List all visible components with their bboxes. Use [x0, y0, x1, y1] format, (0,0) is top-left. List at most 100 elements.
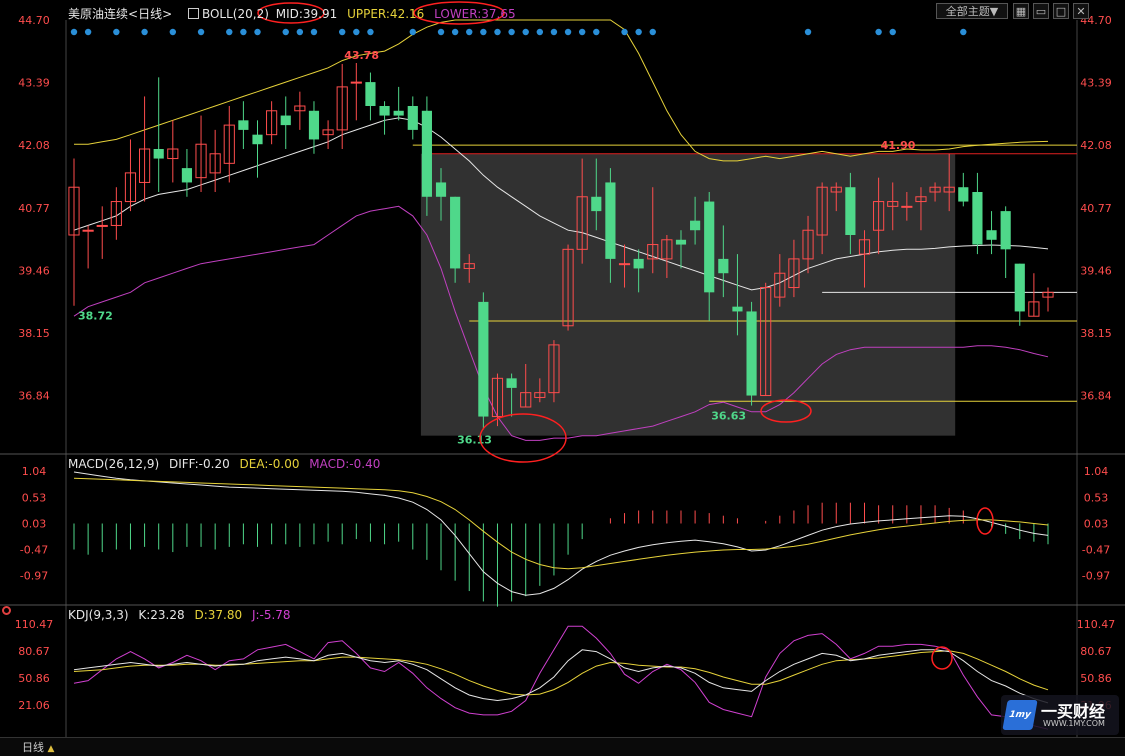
candle-body — [972, 192, 983, 245]
signal-dot — [169, 28, 177, 36]
price-annotation: 41.90 — [881, 139, 916, 152]
price-axis-tick-left: 40.77 — [18, 202, 50, 215]
kdj-panel-header: KDJ(9,3,3) K:23.28 D:37.80 J:-5.78 — [68, 608, 297, 622]
candle-body — [407, 106, 418, 130]
boll-lower-value: LOWER:37.65 — [434, 7, 516, 21]
macd-dea-value: DEA:-0.00 — [239, 457, 300, 471]
signal-dot — [621, 28, 628, 36]
macd-axis-tick-right: 0.53 — [1084, 492, 1109, 505]
price-axis-tick-left: 39.46 — [18, 264, 50, 277]
kdj-axis-tick-right: 50.86 — [1080, 672, 1112, 685]
kdj-axis-tick-left: 50.86 — [18, 672, 50, 685]
price-annotation: 36.13 — [457, 433, 492, 446]
signal-dot — [409, 28, 416, 36]
period-tab-daily[interactable]: 日线 ▲ — [22, 739, 54, 755]
kdj-axis-tick-left: 21.06 — [18, 699, 50, 712]
signal-dot — [578, 28, 586, 36]
candle-body — [421, 110, 432, 197]
signal-dot — [550, 28, 558, 36]
signal-dot — [480, 28, 487, 36]
signal-dot — [451, 28, 459, 36]
signal-dot — [353, 28, 360, 36]
close-icon[interactable]: ✕ — [1073, 3, 1089, 19]
candle-body — [675, 239, 687, 245]
candle-body — [252, 134, 263, 145]
candle-body — [478, 301, 489, 417]
price-axis-tick-left: 38.15 — [18, 327, 50, 340]
brand-logo: 1my — [1002, 700, 1038, 730]
period-tab-bar: 日线 ▲ — [0, 737, 1125, 756]
maximize-icon[interactable]: □ — [1053, 3, 1069, 19]
indicator-icon[interactable] — [187, 8, 199, 19]
candle-body — [718, 258, 729, 274]
price-axis-tick-right: 40.77 — [1080, 202, 1112, 215]
brand-watermark: 1my 一买财经 WWW.1MY.COM — [1001, 695, 1119, 735]
signal-dot — [889, 28, 896, 36]
candle-body — [365, 82, 376, 106]
macd-axis-tick-left: -0.47 — [20, 543, 48, 556]
macd-axis-tick-left: -0.97 — [20, 569, 48, 582]
boll-upper-value: UPPER:42.16 — [347, 7, 425, 21]
grid-icon[interactable]: ▦ — [1013, 3, 1029, 19]
macd-axis-tick-right: -0.47 — [1082, 543, 1110, 556]
brand-url: WWW.1MY.COM — [1043, 719, 1105, 728]
candle-body — [591, 196, 602, 212]
kdj-axis-tick-left: 110.47 — [15, 618, 54, 631]
signal-dot — [84, 28, 92, 36]
signal-dot — [240, 28, 247, 36]
kdj-j-value: J:-5.78 — [251, 608, 291, 622]
price-axis-tick-right: 39.46 — [1080, 264, 1112, 277]
price-axis-tick-left: 42.08 — [18, 139, 50, 152]
kdj-name[interactable]: KDJ(9,3,3) — [68, 608, 129, 622]
price-axis-tick-left: 43.39 — [18, 77, 50, 90]
candle-body — [901, 205, 913, 208]
candle-body — [435, 182, 447, 197]
macd-hist-value: MACD:-0.40 — [309, 457, 381, 471]
signal-dot — [310, 28, 318, 36]
kdj-d-value: D:37.80 — [194, 608, 243, 622]
candle-body — [732, 306, 743, 312]
candle-body — [238, 120, 249, 130]
candle-body — [1000, 211, 1011, 250]
macd-diff-value: DIFF:-0.20 — [168, 457, 230, 471]
signal-dot — [593, 28, 600, 36]
signal-dot — [367, 28, 374, 36]
candle-body — [633, 258, 644, 269]
candle-body — [845, 187, 856, 235]
macd-axis-tick-right: -0.97 — [1082, 569, 1110, 582]
theme-dropdown[interactable]: 全部主题▼ — [936, 3, 1008, 19]
price-panel-header: 美原油连续<日线> BOLL(20,2) MID:39.91 UPPER:42.… — [68, 5, 522, 22]
macd-axis-tick-right: 0.03 — [1084, 517, 1109, 530]
signal-dot — [197, 28, 205, 36]
restore-icon[interactable]: ▭ — [1033, 3, 1049, 19]
candle-body — [746, 311, 757, 396]
candle-body — [704, 201, 715, 293]
chart-canvas: 44.70 44.7043.39 43.3942.08 42.0840.77 40.77… — [0, 0, 1125, 752]
instrument-name[interactable]: 美原油连续 — [68, 7, 128, 21]
period-label: <日线> — [128, 7, 173, 21]
signal-dot — [437, 28, 445, 36]
macd-axis-tick-left: 0.53 — [22, 492, 47, 505]
theme-dropdown-label: 全部主题▼ — [945, 5, 999, 18]
price-axis-tick-right: 43.39 — [1080, 77, 1112, 90]
signal-dot — [113, 28, 120, 36]
signal-dot — [804, 28, 812, 36]
signal-dot — [494, 28, 501, 36]
candle-body — [96, 224, 108, 227]
signal-dot — [875, 28, 882, 36]
period-tab-label: 日线 — [22, 741, 44, 754]
signal-dot — [296, 28, 304, 36]
price-annotation: 36.63 — [711, 410, 746, 423]
signal-dot — [508, 28, 515, 36]
signal-dot — [466, 28, 473, 36]
signal-dot — [141, 28, 148, 36]
kdj-axis-tick-right: 80.67 — [1080, 645, 1112, 658]
price-axis-tick-left: 44.70 — [18, 14, 50, 27]
signal-dot — [254, 28, 261, 36]
macd-name[interactable]: MACD(26,12,9) — [68, 457, 159, 471]
candle-body — [153, 149, 164, 159]
signal-dot — [339, 28, 346, 36]
price-axis-tick-right: 36.84 — [1080, 390, 1112, 403]
price-axis-tick-right: 42.08 — [1080, 139, 1112, 152]
kdj-settings-icon[interactable] — [2, 606, 11, 615]
